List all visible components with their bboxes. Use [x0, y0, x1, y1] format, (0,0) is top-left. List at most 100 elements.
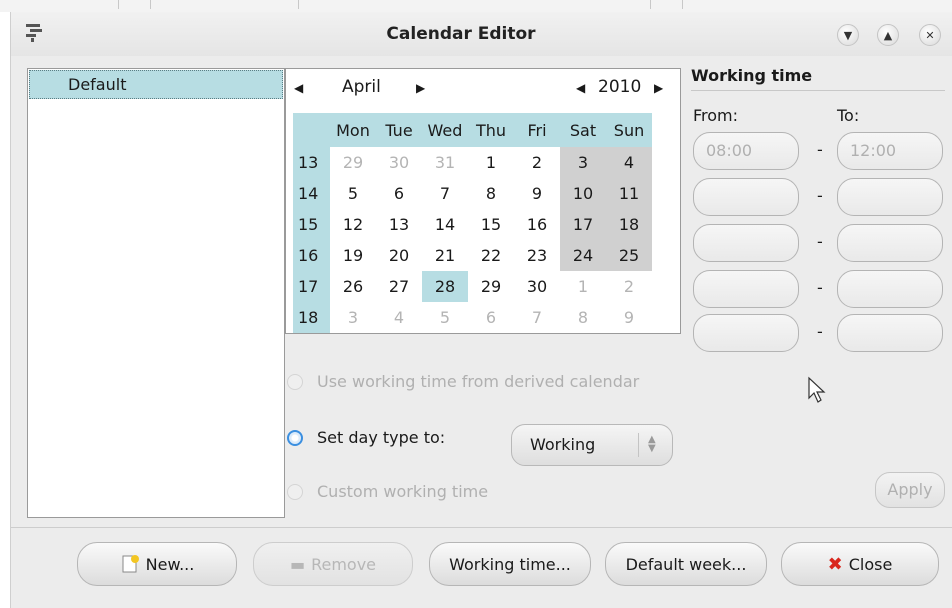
set-day-type-option[interactable]: Set day type to: — [287, 428, 445, 447]
calendar-day[interactable]: 20 — [376, 240, 422, 271]
calendar-day[interactable]: 7 — [514, 302, 560, 333]
range-separator: - — [817, 232, 823, 251]
month-calendar[interactable]: ◀ April ▶ ◀ 2010 ▶ Mon Tue Wed Thu Fri Sat Sun… — [285, 68, 681, 334]
chevron-up-icon: ▲ — [883, 28, 893, 42]
radio-button[interactable] — [287, 373, 303, 390]
from-field[interactable] — [693, 270, 799, 308]
to-label: To: — [837, 106, 860, 125]
next-month-icon[interactable]: ▶ — [416, 81, 425, 95]
close-icon: ✕ — [925, 28, 935, 42]
calendar-day[interactable]: 27 — [376, 271, 422, 302]
radio-button[interactable] — [287, 483, 303, 500]
close-x-icon: ✖ — [827, 553, 843, 575]
day-header: Mon — [330, 113, 376, 147]
window-title: Calendar Editor — [386, 24, 536, 44]
calendar-day[interactable]: 30 — [376, 147, 422, 178]
day-header: Tue — [376, 113, 422, 147]
apply-button[interactable]: Apply — [875, 472, 945, 508]
calendar-day[interactable]: 4 — [606, 147, 652, 178]
calendar-day[interactable]: 22 — [468, 240, 514, 271]
calendar-day[interactable]: 6 — [376, 178, 422, 209]
year-label[interactable]: 2010 — [598, 77, 641, 97]
calendar-day[interactable]: 21 — [422, 240, 468, 271]
to-field[interactable] — [837, 178, 943, 216]
calendar-day[interactable]: 12 — [330, 209, 376, 240]
from-field[interactable] — [693, 224, 799, 262]
calendar-day[interactable]: 2 — [514, 147, 560, 178]
new-button[interactable]: New... — [77, 542, 237, 586]
month-label[interactable]: April — [342, 77, 381, 97]
calendar-day[interactable]: 8 — [468, 178, 514, 209]
calendar-day[interactable]: 30 — [514, 271, 560, 302]
week-number-header — [293, 113, 330, 147]
derived-calendar-option[interactable]: Use working time from derived calendar — [287, 372, 639, 391]
radio-button-selected[interactable] — [287, 429, 303, 446]
calendar-day[interactable]: 28 — [422, 271, 468, 302]
prev-year-icon[interactable]: ◀ — [576, 81, 585, 95]
calendar-day[interactable]: 9 — [606, 302, 652, 333]
calendar-editor-dialog: Calendar Editor ▼ ▲ ✕ Default ◀ April ▶ … — [10, 12, 952, 608]
calendar-day[interactable]: 6 — [468, 302, 514, 333]
remove-button[interactable]: ▬ Remove — [253, 542, 413, 586]
close-button-label: Close — [848, 554, 893, 574]
close-button[interactable]: ✖ Close — [781, 542, 939, 586]
from-field[interactable]: 08:00 — [693, 132, 799, 170]
calendar-day[interactable]: 11 — [606, 178, 652, 209]
calendar-day[interactable]: 24 — [560, 240, 606, 271]
custom-working-time-option[interactable]: Custom working time — [287, 482, 488, 501]
calendar-day[interactable]: 14 — [422, 209, 468, 240]
calendar-day[interactable]: 19 — [330, 240, 376, 271]
calendar-day[interactable]: 4 — [376, 302, 422, 333]
calendar-day[interactable]: 2 — [606, 271, 652, 302]
to-field[interactable] — [837, 314, 943, 352]
calendar-day[interactable]: 1 — [468, 147, 514, 178]
calendar-list[interactable]: Default — [27, 68, 285, 518]
list-item[interactable]: Default — [29, 70, 283, 99]
calendar-day[interactable]: 1 — [560, 271, 606, 302]
to-field[interactable] — [837, 224, 943, 262]
derived-calendar-label: Use working time from derived calendar — [317, 372, 640, 391]
calendar-day[interactable]: 23 — [514, 240, 560, 271]
minimize-button[interactable]: ▼ — [837, 24, 859, 46]
calendar-day[interactable]: 5 — [422, 302, 468, 333]
calendar-day[interactable]: 29 — [468, 271, 514, 302]
prev-month-icon[interactable]: ◀ — [294, 81, 303, 95]
working-time-button[interactable]: Working time... — [429, 542, 591, 586]
calendar-day[interactable]: 18 — [606, 209, 652, 240]
calendar-day[interactable]: 26 — [330, 271, 376, 302]
maximize-button[interactable]: ▲ — [877, 24, 899, 46]
calendar-day[interactable]: 3 — [330, 302, 376, 333]
calendar-day[interactable]: 9 — [514, 178, 560, 209]
new-document-icon — [122, 555, 139, 573]
close-window-button[interactable]: ✕ — [919, 24, 941, 46]
day-type-select[interactable]: Working ▲ ▼ — [511, 424, 673, 466]
range-separator: - — [817, 140, 823, 159]
default-week-button[interactable]: Default week... — [605, 542, 767, 586]
calendar-day[interactable]: 7 — [422, 178, 468, 209]
calendar-day[interactable]: 29 — [330, 147, 376, 178]
next-year-icon[interactable]: ▶ — [654, 81, 663, 95]
calendar-day[interactable]: 17 — [560, 209, 606, 240]
range-separator: - — [817, 278, 823, 297]
calendar-day[interactable]: 25 — [606, 240, 652, 271]
calendar-day[interactable]: 10 — [560, 178, 606, 209]
calendar-day[interactable]: 15 — [468, 209, 514, 240]
from-field[interactable] — [693, 314, 799, 352]
calendar-day[interactable]: 16 — [514, 209, 560, 240]
working-time-button-label: Working time... — [449, 554, 571, 574]
divider — [11, 527, 952, 528]
day-header: Sat — [560, 113, 606, 147]
new-button-label: New... — [145, 554, 195, 574]
to-field[interactable] — [837, 270, 943, 308]
calendar-day[interactable]: 13 — [376, 209, 422, 240]
calendar-day[interactable]: 5 — [330, 178, 376, 209]
from-field[interactable] — [693, 178, 799, 216]
calendar-day[interactable]: 8 — [560, 302, 606, 333]
calendar-day[interactable]: 31 — [422, 147, 468, 178]
custom-working-time-label: Custom working time — [317, 482, 489, 501]
calendar-day[interactable]: 3 — [560, 147, 606, 178]
range-separator: - — [817, 186, 823, 205]
title-bar[interactable]: Calendar Editor ▼ ▲ ✕ — [11, 12, 952, 56]
day-type-value: Working — [530, 435, 596, 454]
to-field[interactable]: 12:00 — [837, 132, 943, 170]
